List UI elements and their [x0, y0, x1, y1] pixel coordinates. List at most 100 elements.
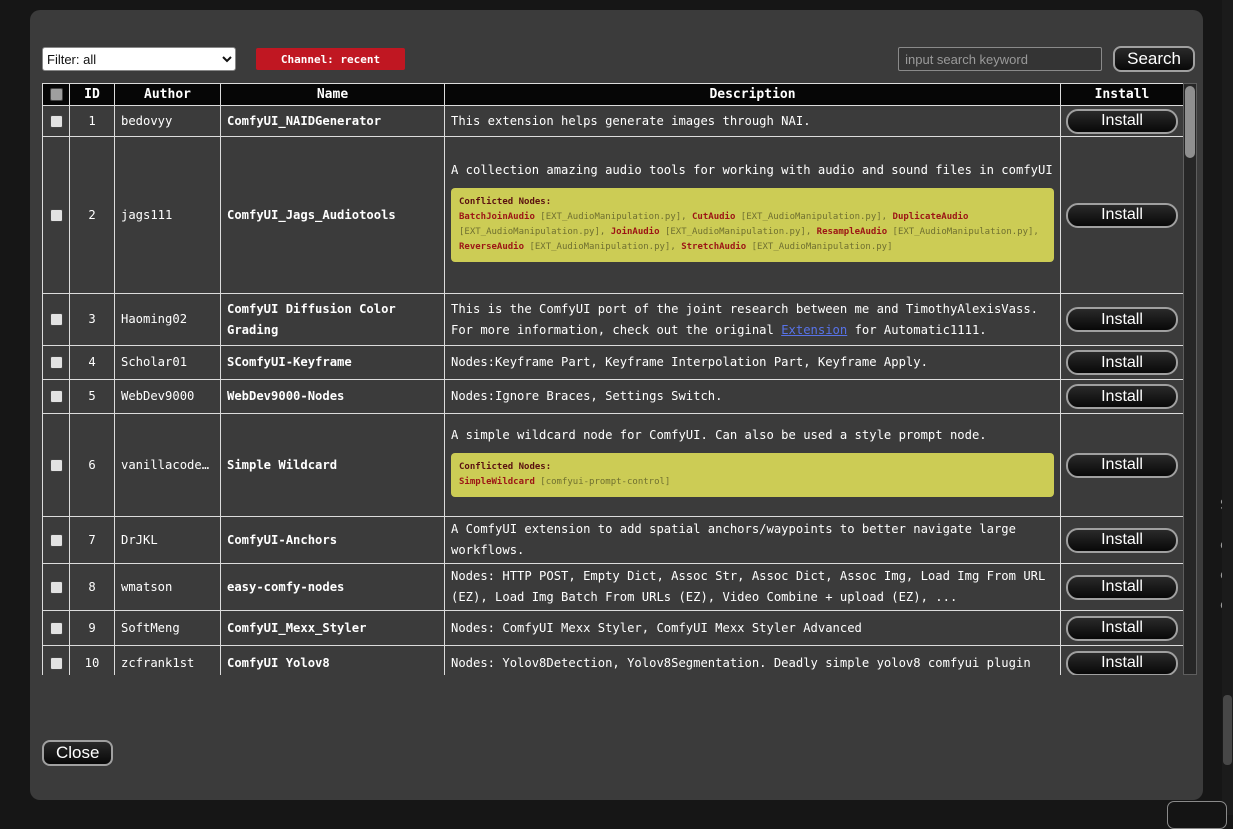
row-checkbox[interactable]: [50, 356, 63, 369]
row-checkbox[interactable]: [50, 581, 63, 594]
install-custom-nodes-dialog: Filter: all Channel: recent Search ID: [30, 10, 1203, 800]
id-cell: 3: [70, 294, 115, 346]
description-cell: Nodes: Yolov8Detection, Yolov8Segmentati…: [445, 646, 1061, 676]
extension-link[interactable]: Extension: [781, 323, 847, 337]
description-cell: Nodes: HTTP POST, Empty Dict, Assoc Str,…: [445, 564, 1061, 611]
description-text: A collection amazing audio tools for wor…: [451, 160, 1054, 181]
author-cell: SoftMeng: [115, 611, 221, 646]
table-row: 3 Haoming02 ComfyUI Diffusion Color Grad…: [43, 294, 1184, 346]
install-button[interactable]: Install: [1066, 616, 1178, 641]
id-cell: 7: [70, 517, 115, 564]
row-checkbox[interactable]: [50, 459, 63, 472]
description-cell: Nodes: ComfyUI Mexx Styler, ComfyUI Mexx…: [445, 611, 1061, 646]
name-cell: ComfyUI Yolov8: [221, 646, 445, 676]
author-cell: WebDev9000: [115, 380, 221, 414]
install-button[interactable]: Install: [1066, 528, 1178, 553]
install-button[interactable]: Install: [1066, 307, 1178, 332]
select-all-checkbox[interactable]: [50, 88, 63, 101]
description-cell: A ComfyUI extension to add spatial ancho…: [445, 517, 1061, 564]
name-cell: ComfyUI_Mexx_Styler: [221, 611, 445, 646]
description-cell: A collection amazing audio tools for wor…: [445, 137, 1061, 294]
search-input[interactable]: [898, 47, 1102, 71]
row-checkbox[interactable]: [50, 534, 63, 547]
header-install: Install: [1061, 84, 1184, 106]
header-checkbox-cell: [43, 84, 70, 106]
table-row: 8 wmatson easy-comfy-nodes Nodes: HTTP P…: [43, 564, 1184, 611]
author-cell: wmatson: [115, 564, 221, 611]
table-row: 6 vanillacode314 Simple Wildcard A simpl…: [43, 414, 1184, 517]
name-cell: WebDev9000-Nodes: [221, 380, 445, 414]
id-cell: 6: [70, 414, 115, 517]
table-row: 9 SoftMeng ComfyUI_Mexx_Styler Nodes: Co…: [43, 611, 1184, 646]
row-checkbox[interactable]: [50, 313, 63, 326]
id-cell: 1: [70, 106, 115, 137]
install-button[interactable]: Install: [1066, 384, 1178, 409]
filter-select[interactable]: Filter: all: [42, 47, 236, 71]
conflict-box: Conflicted Nodes: SimpleWildcard [comfyu…: [451, 453, 1054, 497]
description-cell: This extension helps generate images thr…: [445, 106, 1061, 137]
channel-badge: Channel: recent: [256, 48, 405, 70]
conflict-title: Conflicted Nodes:: [459, 460, 1046, 475]
row-checkbox[interactable]: [50, 622, 63, 635]
page-scrollbar-thumb[interactable]: [1223, 695, 1232, 765]
name-cell: SComfyUI-Keyframe: [221, 346, 445, 380]
author-cell: Scholar01: [115, 346, 221, 380]
page-scrollbar[interactable]: [1222, 0, 1233, 815]
id-cell: 4: [70, 346, 115, 380]
toolbar: Filter: all Channel: recent Search: [42, 45, 1195, 73]
close-button[interactable]: Close: [42, 740, 113, 766]
row-checkbox[interactable]: [50, 209, 63, 222]
description-cell: Nodes:Keyframe Part, Keyframe Interpolat…: [445, 346, 1061, 380]
id-cell: 2: [70, 137, 115, 294]
header-id: ID: [70, 84, 115, 106]
author-cell: jags111: [115, 137, 221, 294]
table-header-row: ID Author Name Description Install: [43, 84, 1184, 106]
install-button[interactable]: Install: [1066, 203, 1178, 228]
install-button[interactable]: Install: [1066, 350, 1178, 375]
partial-background-button[interactable]: [1167, 801, 1227, 829]
dialog-footer: Close: [42, 740, 1195, 766]
name-cell: ComfyUI Diffusion Color Grading: [221, 294, 445, 346]
description-cell: Nodes:Ignore Braces, Settings Switch.: [445, 380, 1061, 414]
description-text: A simple wildcard node for ComfyUI. Can …: [451, 425, 1054, 446]
row-checkbox[interactable]: [50, 657, 63, 670]
nodes-table-wrap: ID Author Name Description Install 1 bed…: [42, 83, 1197, 675]
row-checkbox[interactable]: [50, 390, 63, 403]
header-description: Description: [445, 84, 1061, 106]
conflict-title: Conflicted Nodes:: [459, 195, 1046, 210]
id-cell: 8: [70, 564, 115, 611]
install-button[interactable]: Install: [1066, 575, 1178, 600]
nodes-table: ID Author Name Description Install 1 bed…: [42, 83, 1183, 675]
table-scrollbar[interactable]: [1183, 83, 1197, 675]
id-cell: 10: [70, 646, 115, 676]
nodes-table-clip: ID Author Name Description Install 1 bed…: [42, 83, 1183, 675]
name-cell: ComfyUI_Jags_Audiotools: [221, 137, 445, 294]
author-cell: vanillacode314: [115, 414, 221, 517]
table-row: 4 Scholar01 SComfyUI-Keyframe Nodes:Keyf…: [43, 346, 1184, 380]
name-cell: ComfyUI_NAIDGenerator: [221, 106, 445, 137]
table-scrollbar-thumb[interactable]: [1185, 86, 1195, 158]
header-name: Name: [221, 84, 445, 106]
search-button[interactable]: Search: [1113, 46, 1195, 72]
name-cell: Simple Wildcard: [221, 414, 445, 517]
description-cell: A simple wildcard node for ComfyUI. Can …: [445, 414, 1061, 517]
table-row: 5 WebDev9000 WebDev9000-Nodes Nodes:Igno…: [43, 380, 1184, 414]
table-row: 2 jags111 ComfyUI_Jags_Audiotools A coll…: [43, 137, 1184, 294]
table-row: 1 bedovyy ComfyUI_NAIDGenerator This ext…: [43, 106, 1184, 137]
header-author: Author: [115, 84, 221, 106]
author-cell: bedovyy: [115, 106, 221, 137]
author-cell: zcfrank1st: [115, 646, 221, 676]
id-cell: 9: [70, 611, 115, 646]
author-cell: Haoming02: [115, 294, 221, 346]
table-row: 10 zcfrank1st ComfyUI Yolov8 Nodes: Yolo…: [43, 646, 1184, 676]
description-cell: This is the ComfyUI port of the joint re…: [445, 294, 1061, 346]
conflict-box: Conflicted Nodes: BatchJoinAudio [EXT_Au…: [451, 188, 1054, 262]
install-button[interactable]: Install: [1066, 651, 1178, 676]
id-cell: 5: [70, 380, 115, 414]
name-cell: ComfyUI-Anchors: [221, 517, 445, 564]
table-row: 7 DrJKL ComfyUI-Anchors A ComfyUI extens…: [43, 517, 1184, 564]
author-cell: DrJKL: [115, 517, 221, 564]
install-button[interactable]: Install: [1066, 109, 1178, 134]
install-button[interactable]: Install: [1066, 453, 1178, 478]
row-checkbox[interactable]: [50, 115, 63, 128]
